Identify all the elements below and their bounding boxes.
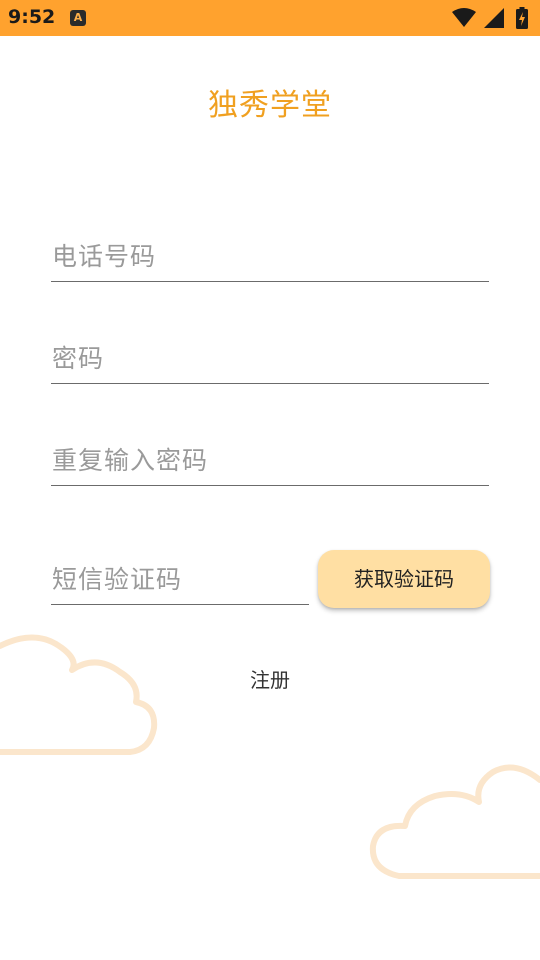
signal-icon [484,8,504,28]
register-screen: 9:52 A 独秀学堂 电话号码 密码 重复输入密码 短信验证码 获取验证码 注… [0,0,540,960]
status-bar: 9:52 A [0,0,540,36]
get-code-button[interactable]: 获取验证码 [318,550,490,608]
phone-placeholder: 电话号码 [52,242,157,271]
status-time: 9:52 [8,6,56,28]
repeat-password-placeholder: 重复输入密码 [52,446,209,475]
cloud-right-decoration [369,764,540,879]
app-title: 独秀学堂 [208,88,332,123]
notification-icon-letter: A [73,11,83,24]
password-field[interactable]: 密码 [51,333,489,384]
sms-code-placeholder: 短信验证码 [52,565,183,594]
wifi-icon [452,8,476,27]
password-placeholder: 密码 [52,344,105,373]
phone-field[interactable]: 电话号码 [51,231,489,282]
sms-code-field[interactable]: 短信验证码 [51,554,309,605]
get-code-label: 获取验证码 [354,567,454,591]
repeat-password-field[interactable]: 重复输入密码 [51,435,489,486]
battery-charging-icon [516,7,528,29]
notification-app-icon: A [70,10,86,26]
cloud-left-decoration [0,634,158,755]
